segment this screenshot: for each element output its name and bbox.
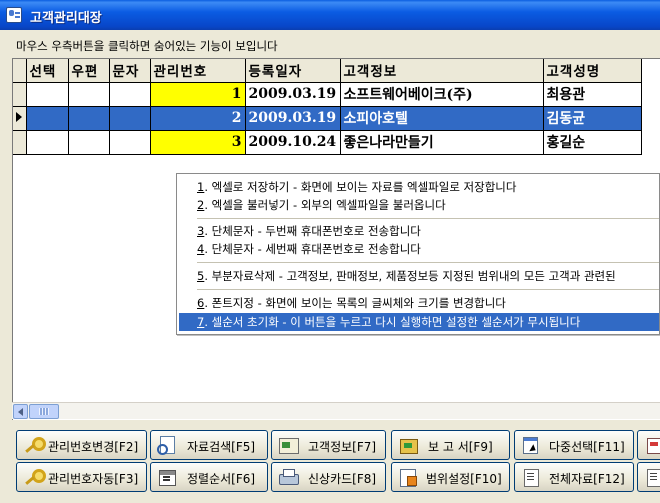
extra-tool-button[interactable]: [637, 462, 660, 492]
column-header-sms[interactable]: 문자: [109, 59, 151, 83]
context-menu: 1. 엑셀로 저장하기 - 화면에 보이는 자료를 엑셀파일로 저장합니다 2.…: [176, 173, 660, 335]
row-indicator[interactable]: [13, 130, 27, 155]
range-settings-button[interactable]: 범위설정[F10]: [391, 462, 510, 492]
sms-cell[interactable]: [109, 82, 151, 107]
change-id-button[interactable]: 관리번호변경[F2]: [16, 430, 147, 460]
table-row-selected[interactable]: 2 2009.03.19 소피아호텔 김동균: [13, 106, 642, 131]
row-indicator[interactable]: [13, 82, 27, 107]
current-row-icon: [16, 112, 22, 122]
window-title: 고객관리대장: [30, 11, 102, 26]
row-indicator-header: [13, 59, 27, 83]
menu-item-sms-third-phone[interactable]: 4. 단체문자 - 세번째 휴대폰번호로 전송합니다: [179, 240, 659, 258]
menu-separator: [197, 289, 659, 290]
menu-separator: [197, 262, 659, 263]
menu-item-sms-second-phone[interactable]: 3. 단체문자 - 두번째 휴대폰번호로 전송합니다: [179, 222, 659, 240]
customer-table: 선택 우편 문자 관리번호 등록일자 고객정보 고객성명 1 2009.03.1…: [13, 59, 642, 155]
column-header-info[interactable]: 고객정보: [340, 59, 544, 83]
id-cell[interactable]: 2: [150, 106, 246, 131]
menu-item-reset-cell-order[interactable]: 7. 셀순서 초기화 - 이 버튼을 누르고 다시 실행하면 설정한 셀순서가 …: [179, 313, 659, 331]
horizontal-scrollbar[interactable]: [12, 402, 660, 419]
name-cell[interactable]: 김동균: [543, 106, 642, 131]
column-header-post[interactable]: 우편: [68, 59, 110, 83]
report-icon: [398, 436, 418, 454]
document-icon: [644, 468, 660, 487]
menu-item-partial-delete[interactable]: 5. 부분자료삭제 - 고객정보, 판매정보, 제품정보등 지정된 범위내의 모…: [179, 267, 659, 285]
title-bar[interactable]: 고객관리대장: [0, 0, 660, 30]
card-icon: [278, 436, 299, 454]
select-cell[interactable]: [26, 130, 69, 155]
app-icon: [6, 7, 22, 23]
date-cell[interactable]: 2009.03.19: [245, 82, 341, 107]
date-cell[interactable]: 2009.03.19: [245, 106, 341, 131]
name-cell[interactable]: 홍길순: [543, 130, 642, 155]
select-cell[interactable]: [26, 82, 69, 107]
auto-id-button[interactable]: 관리번호자동[F3]: [16, 462, 147, 492]
menu-item-export-excel[interactable]: 1. 엑셀로 저장하기 - 화면에 보이는 자료를 엑셀파일로 저장합니다: [179, 178, 659, 196]
header-row: 선택 우편 문자 관리번호 등록일자 고객정보 고객성명: [13, 59, 642, 83]
main-window: 고객관리대장 마우스 우측버튼을 클릭하면 숨어있는 기능이 보입니다 선택 우…: [0, 0, 660, 503]
table-row[interactable]: 1 2009.03.19 소프트웨어베이크(주) 최용관: [13, 82, 642, 107]
sms-button[interactable]: [637, 430, 660, 460]
column-header-date[interactable]: 등록일자: [245, 59, 341, 83]
menu-item-font-settings[interactable]: 6. 폰트지정 - 화면에 보이는 목록의 글씨체와 크기를 변경합니다: [179, 294, 659, 312]
all-data-icon: [521, 468, 541, 487]
sms-cell[interactable]: [109, 106, 151, 131]
name-cell[interactable]: 최용관: [543, 82, 642, 107]
post-cell[interactable]: [68, 82, 110, 107]
hint-text: 마우스 우측버튼을 클릭하면 숨어있는 기능이 보입니다: [16, 39, 278, 53]
scroll-thumb[interactable]: [29, 404, 59, 419]
report-button[interactable]: 보 고 서[F9]: [391, 430, 510, 460]
profile-card-button[interactable]: 신상카드[F8]: [271, 462, 386, 492]
customer-info-button[interactable]: 고객정보[F7]: [271, 430, 386, 460]
all-data-button[interactable]: 전체자료[F12]: [514, 462, 634, 492]
menu-separator: [197, 218, 659, 219]
column-header-name[interactable]: 고객성명: [543, 59, 642, 83]
id-cell[interactable]: 1: [150, 82, 246, 107]
date-cell[interactable]: 2009.10.24: [245, 130, 341, 155]
column-header-select[interactable]: 선택: [26, 59, 69, 83]
info-cell[interactable]: 소프트웨어베이크(주): [340, 82, 544, 107]
search-button[interactable]: 자료검색[F5]: [150, 430, 268, 460]
select-cell[interactable]: [26, 106, 69, 131]
post-cell[interactable]: [68, 130, 110, 155]
print-icon: [278, 468, 299, 486]
sort-icon: [157, 468, 177, 486]
sort-order-button[interactable]: 정렬순서[F6]: [150, 462, 268, 492]
post-cell[interactable]: [68, 106, 110, 131]
id-cell[interactable]: 3: [150, 130, 246, 155]
scroll-left-icon[interactable]: [13, 404, 28, 419]
key-icon: [23, 468, 46, 486]
column-header-id[interactable]: 관리번호: [150, 59, 246, 83]
table-row[interactable]: 3 2009.10.24 좋은나라만들기 홍길순: [13, 130, 642, 155]
multi-select-icon: [521, 436, 541, 454]
range-icon: [398, 468, 418, 487]
info-cell[interactable]: 소피아호텔: [340, 106, 544, 131]
sms-icon: [644, 436, 660, 454]
key-icon: [23, 436, 46, 454]
menu-item-import-excel[interactable]: 2. 엑셀을 불러넣기 - 외부의 엑셀파일을 불러옵니다: [179, 196, 659, 214]
sms-cell[interactable]: [109, 130, 151, 155]
multi-select-button[interactable]: 다중선택[F11]: [514, 430, 634, 460]
info-cell[interactable]: 좋은나라만들기: [340, 130, 544, 155]
row-indicator[interactable]: [13, 106, 27, 131]
search-icon: [157, 436, 177, 455]
